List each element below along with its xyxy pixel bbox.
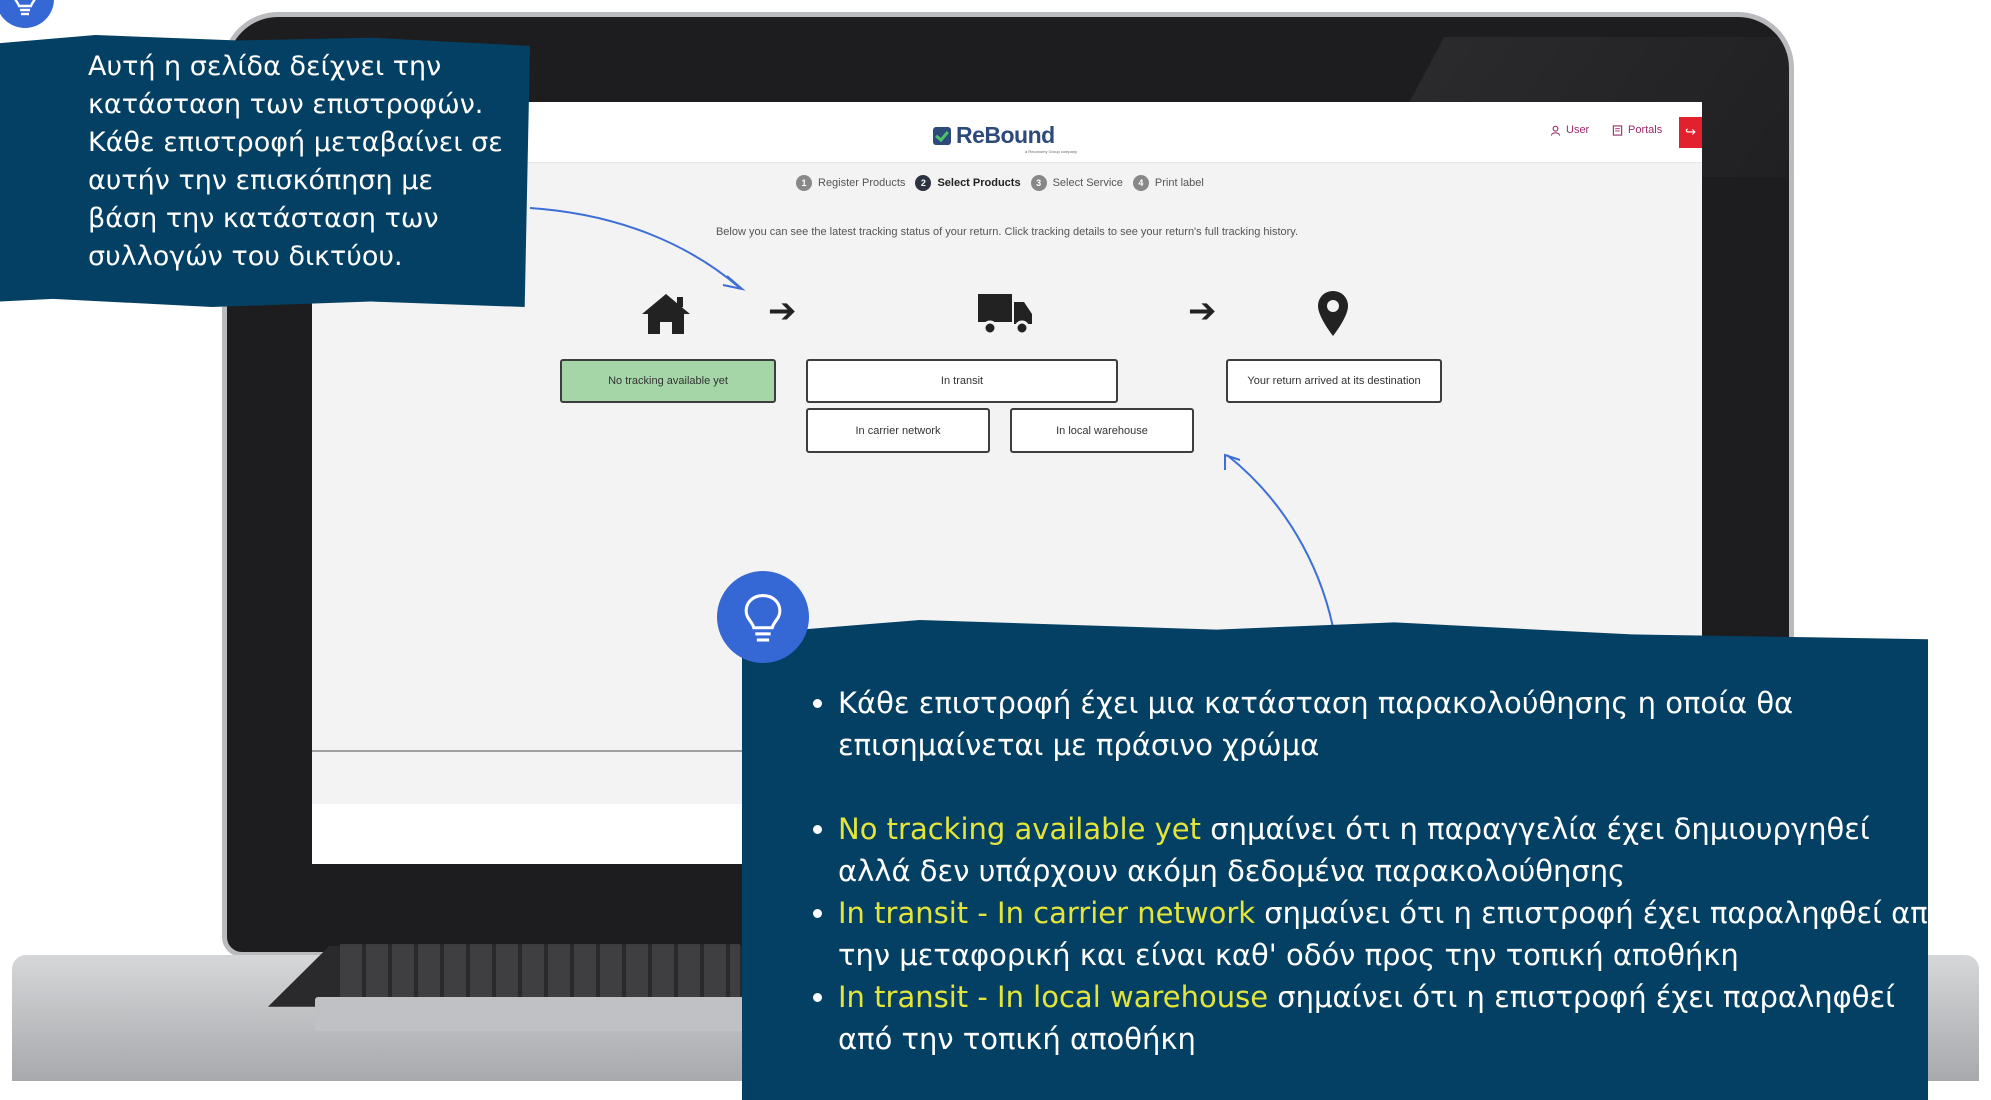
logout-button[interactable]: ↪ [1679, 117, 1702, 148]
logout-icon: ↪ [1685, 125, 1696, 140]
step-label: Register Products [818, 177, 906, 189]
portals-icon [1612, 124, 1623, 136]
legend-item-no-tracking: No tracking available yet σημαίνει ότι η… [838, 808, 1948, 892]
legend-highlight: In transit - In local warehouse [838, 980, 1269, 1014]
user-icon [1550, 125, 1561, 136]
step-select-products: 2 Select Products [915, 175, 1021, 191]
status-in-local-warehouse: In local warehouse [1010, 408, 1194, 453]
legend-item-carrier-network: In transit - In carrier network σημαίνει… [838, 892, 1948, 976]
location-pin-icon [1318, 291, 1348, 336]
status-legend-list: Κάθε επιστροφή έχει μια κατάσταση παρακο… [800, 682, 1948, 1060]
arrow-right-icon: ➔ [768, 291, 797, 331]
legend-text: Κάθε επιστροφή έχει μια κατάσταση παρακο… [838, 686, 1794, 762]
step-select-service: 3 Select Service [1030, 175, 1123, 191]
user-label: User [1566, 124, 1590, 136]
logo-text: ReBound [956, 122, 1055, 148]
step-label: Print label [1154, 177, 1204, 189]
status-in-carrier-network: In carrier network [806, 408, 990, 453]
arrow-right-icon: ➔ [1188, 291, 1217, 331]
status-arrived: Your return arrived at its destination [1226, 359, 1442, 403]
truck-icon [978, 294, 1032, 336]
trackpad [315, 997, 755, 1031]
lightbulb-badge [0, 0, 54, 28]
lightbulb-icon [744, 593, 782, 642]
lightbulb-badge [717, 571, 809, 663]
logo-check-icon [933, 126, 951, 145]
step-print-label: 4 Print label [1132, 175, 1204, 191]
user-menu[interactable]: User [1550, 124, 1589, 136]
step-label: Select Service [1052, 177, 1123, 189]
status-in-transit: In transit [806, 359, 1118, 403]
legend-highlight: In transit - In carrier network [838, 896, 1256, 930]
step-register-products: 1 Register Products [796, 175, 905, 191]
callout-page-overview-text: Αυτή η σελίδα δείχνει την κατάσταση των … [88, 51, 503, 272]
step-label: Select Products [937, 177, 1021, 189]
lightbulb-icon [14, 0, 36, 16]
step-number: 4 [1132, 175, 1149, 191]
rebound-logo[interactable]: ReBound [933, 122, 1055, 149]
step-number: 3 [1030, 175, 1047, 191]
step-number: 1 [796, 175, 812, 191]
home-icon [642, 294, 690, 334]
legend-item-green-status: Κάθε επιστροφή έχει μια κατάσταση παρακο… [838, 682, 1948, 766]
portals-menu[interactable]: Portals [1612, 124, 1662, 136]
portals-label: Portals [1628, 124, 1663, 136]
legend-highlight: No tracking available yet [838, 812, 1202, 846]
legend-item-local-warehouse: In transit - In local warehouse σημαίνει… [838, 976, 1948, 1060]
status-no-tracking: No tracking available yet [560, 359, 776, 403]
keyboard-keys [340, 944, 740, 1004]
step-progress: 1 Register Products 2 Select Products 3 … [796, 175, 1204, 191]
logo-subtext: a Reconomy Group company [1025, 149, 1078, 154]
step-number: 2 [915, 175, 932, 191]
